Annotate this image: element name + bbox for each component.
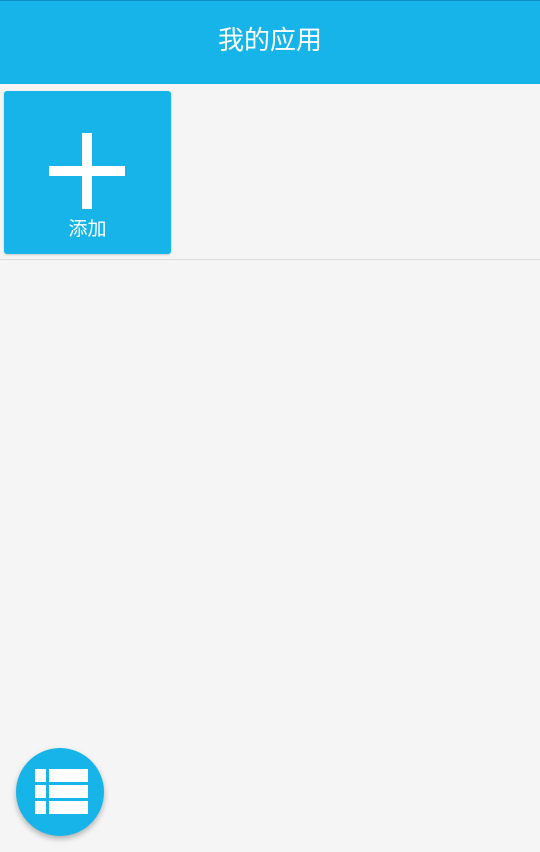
add-app-tile[interactable]: 添加 xyxy=(4,91,171,254)
plus-icon xyxy=(49,133,125,209)
page-title: 我的应用 xyxy=(217,25,322,56)
add-app-label: 添加 xyxy=(68,218,107,240)
list-view-button[interactable] xyxy=(16,748,104,836)
screen: 我的应用 添加 xyxy=(0,0,540,852)
app-bar: 我的应用 xyxy=(0,0,540,84)
app-grid: 添加 xyxy=(0,84,540,260)
list-icon xyxy=(35,769,88,814)
